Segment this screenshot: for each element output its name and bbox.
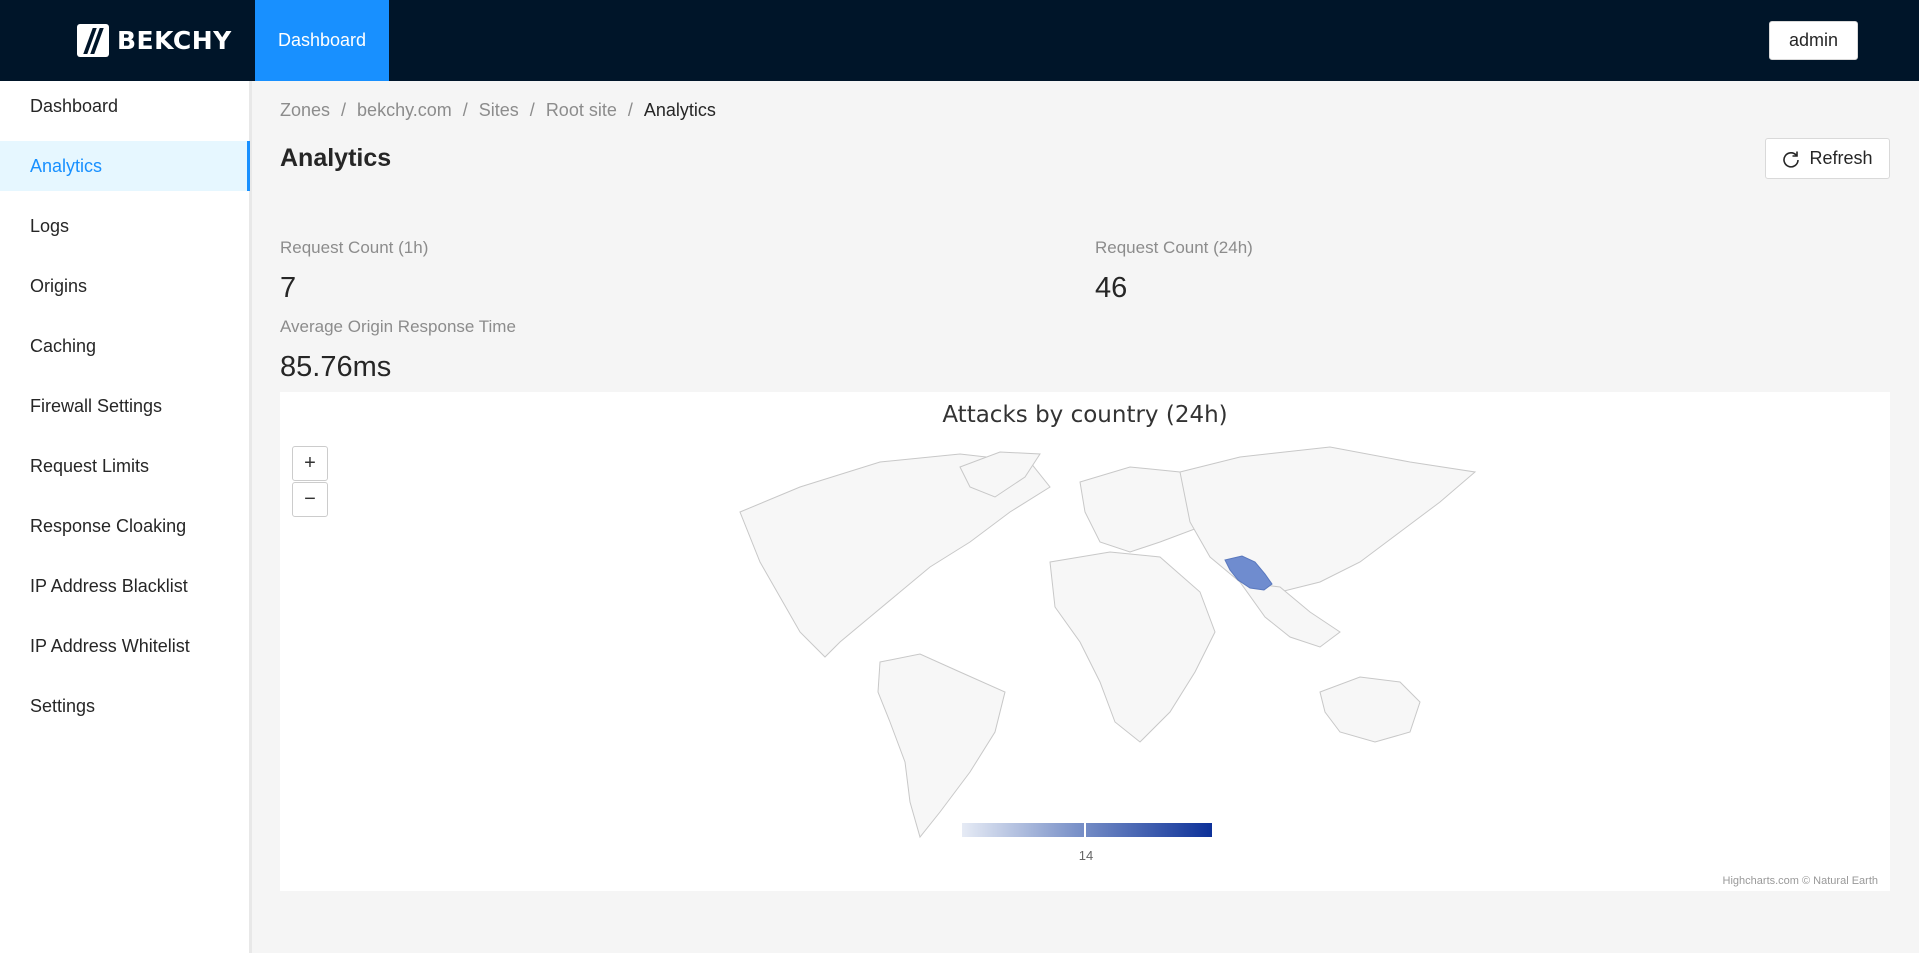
map-title: Attacks by country (24h) <box>942 402 1228 428</box>
breadcrumb: Zones / bekchy.com / Sites / Root site /… <box>280 100 716 121</box>
stat-value-avg-response: 85.76ms <box>280 351 392 383</box>
sidebar-item-settings[interactable]: Settings <box>0 681 250 731</box>
top-header: BEKCHY Dashboard admin <box>0 0 1919 81</box>
refresh-icon <box>1783 151 1800 168</box>
map-credits[interactable]: Highcharts.com © Natural Earth <box>1723 875 1878 887</box>
zoom-in-button[interactable]: + <box>292 446 328 481</box>
stat-label-request-1h: Request Count (1h) <box>280 238 429 257</box>
world-map[interactable] <box>280 392 1890 891</box>
sidebar-item-dashboard[interactable]: Dashboard <box>0 81 250 131</box>
sidebar-item-request-limits[interactable]: Request Limits <box>0 441 250 491</box>
breadcrumb-zones[interactable]: Zones <box>280 100 330 121</box>
region-south-asia <box>1238 581 1341 648</box>
attacks-map-chart: Attacks by country (24h) + − 14 Highchar… <box>280 392 1890 891</box>
sidebar-item-logs[interactable]: Logs <box>0 201 250 251</box>
zoom-out-button[interactable]: − <box>292 482 328 517</box>
breadcrumb-separator: / <box>341 100 347 120</box>
logo-icon <box>77 24 109 57</box>
stat-label-avg-response: Average Origin Response Time <box>280 317 516 336</box>
brand-name: BEKCHY <box>117 26 232 55</box>
refresh-button[interactable]: Refresh <box>1765 138 1890 179</box>
breadcrumb-separator: / <box>627 100 633 120</box>
breadcrumb-separator: / <box>462 100 468 120</box>
breadcrumb-site[interactable]: Root site <box>546 100 617 121</box>
continent-south-america <box>877 653 1006 839</box>
sidebar-item-response-cloaking[interactable]: Response Cloaking <box>0 501 250 551</box>
user-menu-button[interactable]: admin <box>1769 21 1858 60</box>
page-title: Analytics <box>280 144 392 172</box>
continent-australia <box>1319 676 1421 743</box>
stat-value-request-24h: 46 <box>1095 272 1128 304</box>
breadcrumb-separator: / <box>529 100 535 120</box>
tab-dashboard[interactable]: Dashboard <box>255 0 389 81</box>
continent-asia <box>1179 446 1477 593</box>
sidebar-item-firewall-settings[interactable]: Firewall Settings <box>0 381 250 431</box>
stat-value-request-1h: 7 <box>280 272 297 304</box>
color-axis-label: 14 <box>1078 848 1094 863</box>
sidebar-item-ip-blacklist[interactable]: IP Address Blacklist <box>0 561 250 611</box>
continent-africa <box>1049 551 1216 743</box>
sidebar-item-analytics[interactable]: Analytics <box>0 141 250 191</box>
breadcrumb-current: Analytics <box>643 100 716 120</box>
sidebar-item-origins[interactable]: Origins <box>0 261 250 311</box>
sidebar: Dashboard Analytics Logs Origins Caching… <box>0 81 252 953</box>
sidebar-item-caching[interactable]: Caching <box>0 321 250 371</box>
stat-label-request-24h: Request Count (24h) <box>1095 238 1253 257</box>
color-axis-marker <box>1084 821 1086 839</box>
sidebar-item-ip-whitelist[interactable]: IP Address Whitelist <box>0 621 250 671</box>
brand-logo[interactable]: BEKCHY <box>77 24 232 57</box>
breadcrumb-sites[interactable]: Sites <box>479 100 519 121</box>
breadcrumb-zone[interactable]: bekchy.com <box>357 100 452 121</box>
refresh-label: Refresh <box>1809 148 1873 168</box>
color-axis-legend <box>962 823 1212 837</box>
